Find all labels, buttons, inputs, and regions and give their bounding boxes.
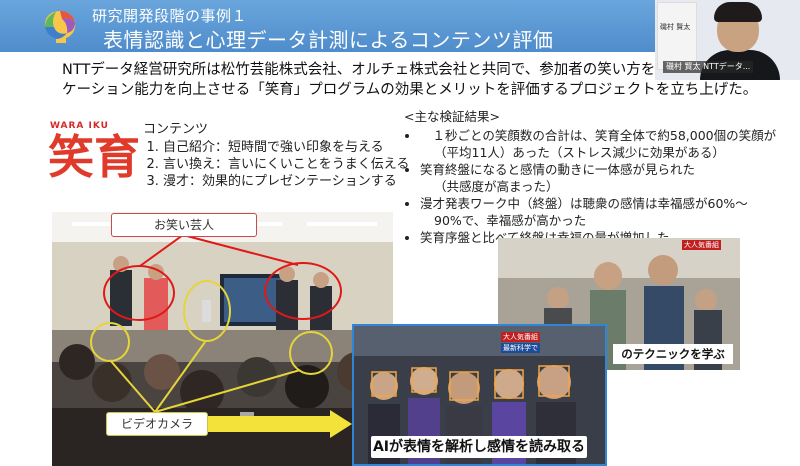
tv-tag-red: 大人気番組 (682, 240, 721, 250)
tv-tag-red-bottom: 大人気番組 (501, 332, 540, 342)
slide: 研究開発段階の事例１ 表情認識と心理データ計測によるコンテンツ評価 NTTデータ… (0, 0, 800, 466)
tv-tag-blue: 最新科学で (501, 343, 540, 353)
tv-caption: のテクニックを学ぶ (613, 344, 733, 364)
callout-comedians: お笑い芸人 (111, 213, 257, 237)
book-cover: 磯村 賢太 (657, 2, 697, 70)
callout-video-camera: ビデオカメラ (106, 412, 208, 436)
presenter-hair (714, 2, 762, 22)
face-analysis-caption: AIが表情を解析し感情を読み取る (371, 436, 587, 458)
book-title: 磯村 賢太 (660, 23, 691, 31)
presenter-name-label: 磯村 賢太 NTTデータ... (663, 61, 754, 73)
